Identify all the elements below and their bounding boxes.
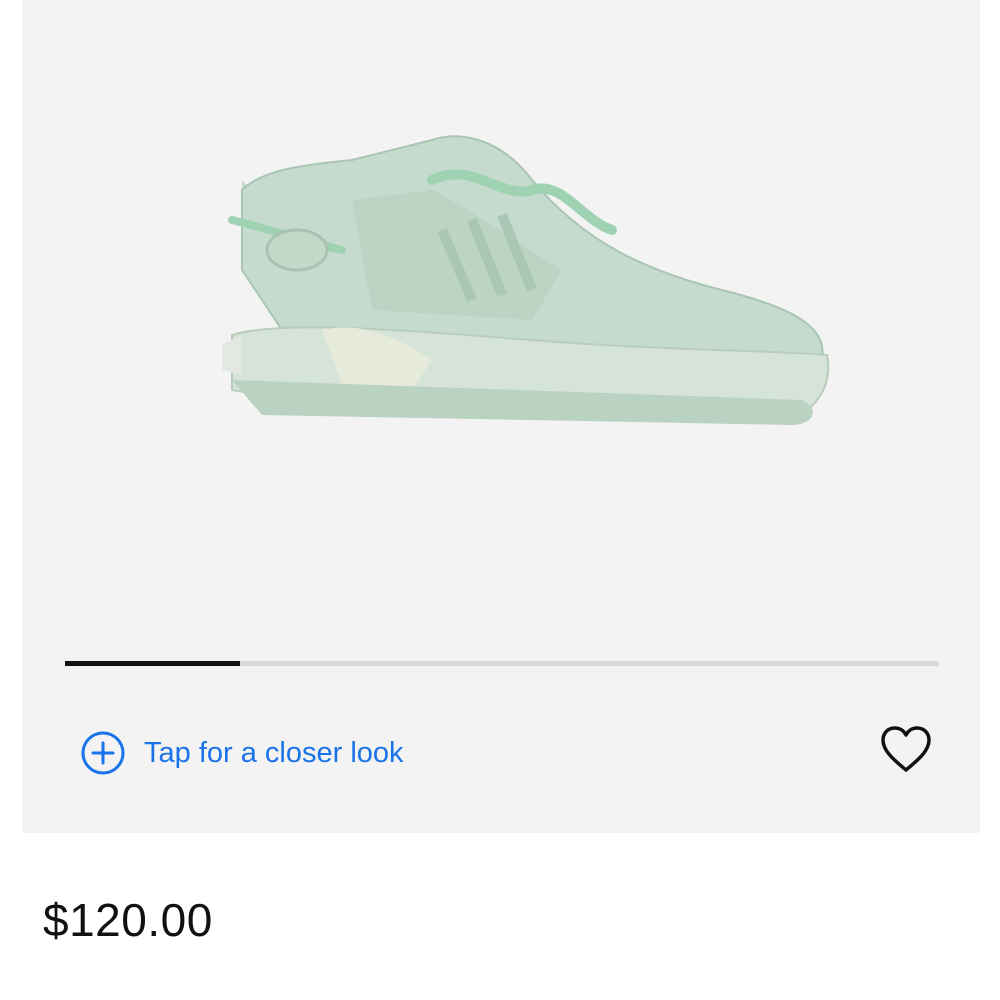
product-price: $120.00 [43,894,213,946]
product-image[interactable] [202,120,842,440]
gallery-progress-track [65,661,939,666]
plus-circle-icon [81,731,125,775]
closer-look-button[interactable]: Tap for a closer look [80,730,404,776]
product-gallery[interactable]: Tap for a closer look [22,0,980,833]
gallery-progress-fill [65,661,240,666]
closer-look-label: Tap for a closer look [144,736,404,769]
heart-outline-icon[interactable] [878,724,934,776]
